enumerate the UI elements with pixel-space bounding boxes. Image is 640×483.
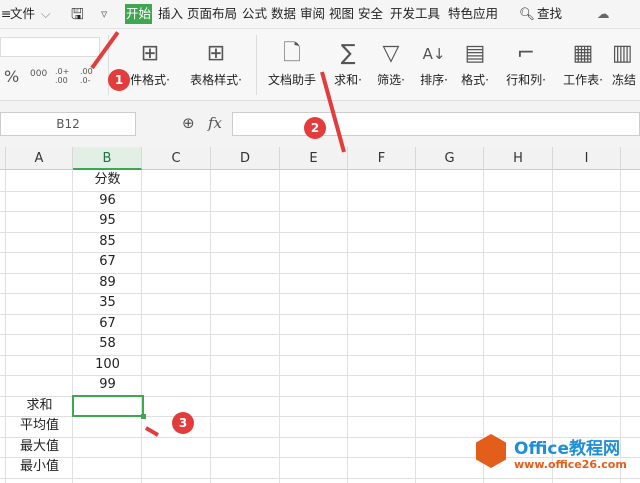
worksheet-icon: ▦ [572,41,594,66]
cell-A3[interactable] [6,211,73,231]
tab-home[interactable]: 开始 [125,4,153,24]
column-header-E[interactable]: E [280,147,348,170]
row-col-icon: ⌐ [516,41,536,66]
filter-icon: ▽ [382,41,400,66]
column-header-H[interactable]: H [484,147,553,170]
cell-A9[interactable] [6,334,73,354]
cell-B1[interactable]: 分数 [73,170,142,190]
watermark-url: www.office26.com [514,458,627,471]
watermark-title: Office教程网 [514,439,621,459]
formula-input[interactable] [232,112,640,136]
cell-A8[interactable] [6,314,73,334]
column-header-D[interactable]: D [211,147,280,170]
cell-B13[interactable] [73,416,142,436]
divider [256,35,257,95]
step-marker-2: 2 [304,117,326,139]
name-box[interactable]: B12 [0,112,136,136]
decrease-decimal-button[interactable]: .00 .0- [80,67,98,85]
doc-assistant-button[interactable]: 🗋 文档助手 [264,39,320,88]
zoom-formula-icon[interactable]: ⊕ [182,114,195,132]
row-col-button[interactable]: ⌐ 行和列· [500,39,552,88]
sum-button[interactable]: ∑ 求和· [328,39,368,88]
cell-A6[interactable] [6,273,73,293]
cell-B5[interactable]: 67 [73,252,142,272]
tab-review[interactable]: 审阅 [299,4,326,24]
tab-security[interactable]: 安全 [357,4,384,24]
cell-A13[interactable]: 平均值 [6,416,73,436]
table-style-icon: ⊞ [206,41,226,66]
sum-icon: ∑ [340,41,356,66]
cell-B10[interactable]: 100 [73,355,142,375]
column-header-F[interactable]: F [348,147,416,170]
cell-B15[interactable] [73,457,142,477]
format-icon: ▤ [464,41,486,66]
fill-handle[interactable] [141,414,146,419]
cell-B8[interactable]: 67 [73,314,142,334]
cell-A15[interactable]: 最小值 [6,457,73,477]
cell-B4[interactable]: 85 [73,232,142,252]
save-icon[interactable]: 🖫 [70,4,85,24]
annotation-arrow [144,426,160,437]
tab-page-layout[interactable]: 页面布局 [186,4,238,24]
column-header-B[interactable]: B [73,147,142,170]
column-header-G[interactable]: G [416,147,484,170]
chevron-down-icon[interactable]: ⌵ [40,4,51,24]
column-header-I[interactable]: I [553,147,621,170]
cell-A2[interactable] [6,191,73,211]
tab-view[interactable]: 视图 [328,4,355,24]
cell-B9[interactable]: 58 [73,334,142,354]
font-size-box[interactable] [0,37,100,57]
cell-A1[interactable] [6,170,73,190]
cell-B11[interactable]: 99 [73,375,142,395]
search-button[interactable]: 查找 [536,4,563,24]
tab-formulas[interactable]: 公式 [241,4,268,24]
cell-B6[interactable]: 89 [73,273,142,293]
cell-A7[interactable] [6,293,73,313]
column-header-partial[interactable] [621,147,640,170]
cell-B7[interactable]: 35 [73,293,142,313]
cell-B2[interactable]: 96 [73,191,142,211]
office-logo-icon [476,434,506,468]
quick-access-dropdown-icon[interactable]: ▿ [100,4,108,24]
selected-cell-B12[interactable] [72,395,144,417]
cell-A4[interactable] [6,232,73,252]
format-button[interactable]: ▤ 格式· [456,39,494,88]
cell-A11[interactable] [6,375,73,395]
step-marker-1: 1 [108,69,130,91]
tab-data[interactable]: 数据 [270,4,297,24]
cell-B3[interactable]: 95 [73,211,142,231]
search-icon[interactable]: 🔍︎ [518,4,536,24]
table-style-button[interactable]: ⊞ 表格样式· [184,39,248,88]
doc-assistant-icon: 🗋 [283,41,301,66]
menu-tab-bar: ≡ 文件 ⌵ 🖫 ▿ 开始 插入 页面布局 公式 数据 审阅 视图 安全 开发工… [0,0,640,29]
tab-developer[interactable]: 开发工具 [389,4,441,24]
sort-button[interactable]: A↓ 排序· [414,39,454,88]
column-header-A[interactable]: A [6,147,73,170]
percent-format-button[interactable]: % [4,67,19,86]
increase-decimal-button[interactable]: .0+ .00 [55,67,73,85]
cell-A5[interactable] [6,252,73,272]
sort-icon: A↓ [422,45,446,63]
cloud-icon[interactable]: ☁ [596,4,611,24]
thousands-format-button[interactable]: 000 [30,69,47,79]
cell-A12[interactable]: 求和 [6,396,73,416]
cell-B14[interactable] [73,437,142,457]
file-menu[interactable]: 文件 [9,4,36,24]
step-marker-3: 3 [172,412,194,434]
tab-insert[interactable]: 插入 [157,4,184,24]
tab-special[interactable]: 特色应用 [447,4,499,24]
conditional-format-icon: ⊞ [140,41,160,66]
freeze-button[interactable]: ▥ 冻结 [612,39,640,88]
column-header-C[interactable]: C [142,147,211,170]
worksheet-button[interactable]: ▦ 工作表· [558,39,608,88]
cell-A10[interactable] [6,355,73,375]
filter-button[interactable]: ▽ 筛选· [372,39,410,88]
cell-A14[interactable]: 最大值 [6,437,73,457]
freeze-icon: ▥ [612,41,633,66]
grid-line [0,478,640,479]
fx-icon[interactable]: fx [208,114,222,132]
